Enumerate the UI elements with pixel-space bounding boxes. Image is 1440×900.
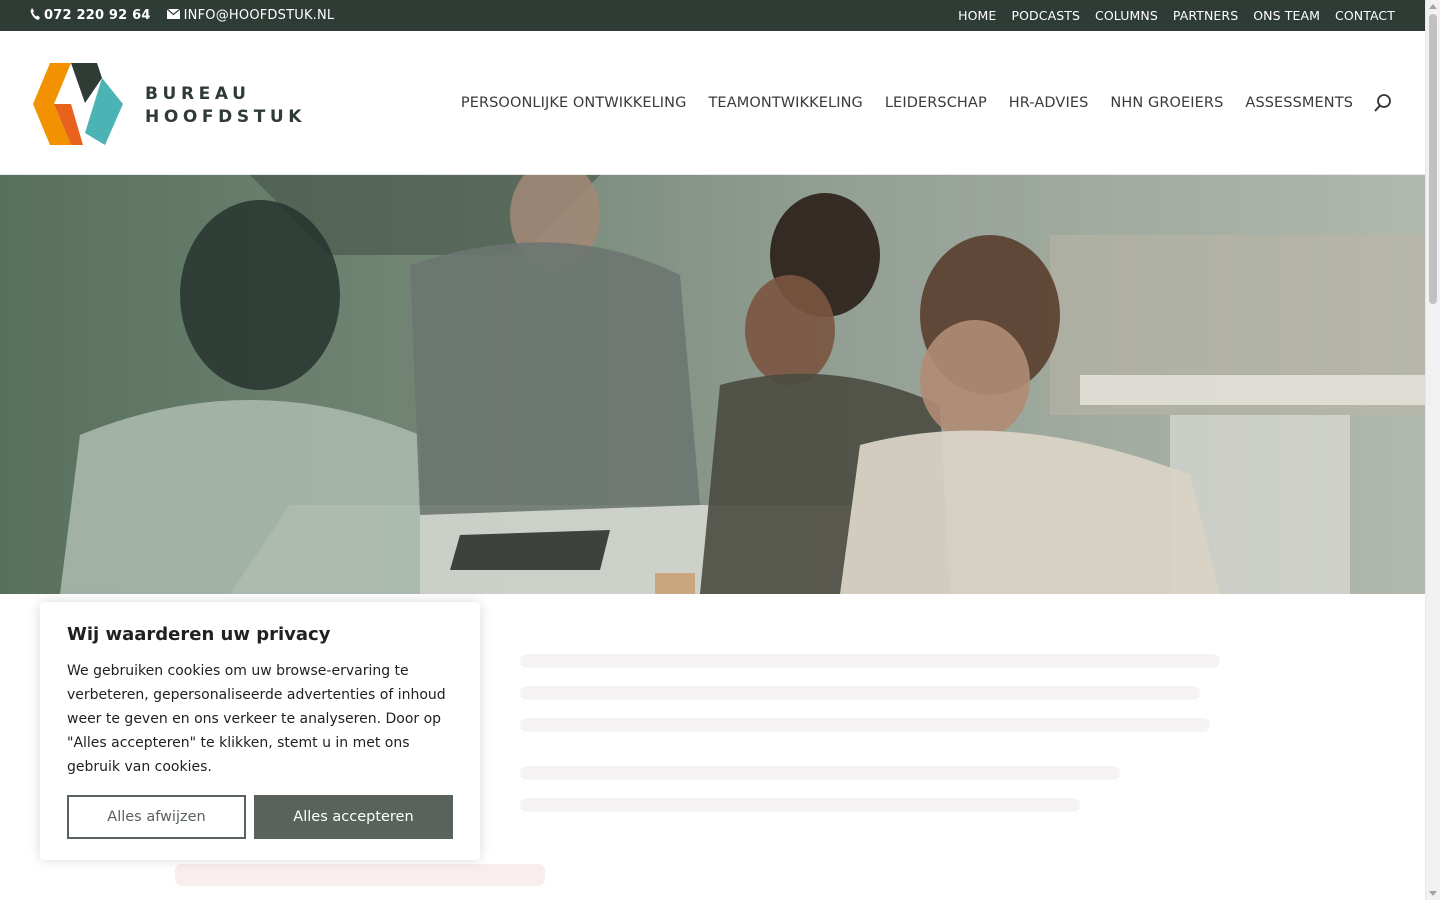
scrollbar-thumb[interactable] (1429, 14, 1437, 304)
reject-all-button[interactable]: Alles afwijzen (67, 795, 246, 839)
top-nav-partners[interactable]: PARTNERS (1173, 8, 1238, 23)
contact-info: 072 220 92 64 INFO@HOOFDSTUK.NL (30, 0, 334, 31)
cookie-buttons: Alles afwijzen Alles accepteren (67, 795, 453, 839)
nav-nhn-groeiers[interactable]: NHN GROEIERS (1110, 95, 1223, 111)
logo[interactable]: BUREAU HOOFDSTUK (33, 63, 306, 149)
top-nav-ons-team[interactable]: ONS TEAM (1253, 8, 1320, 23)
hero-illustration (0, 175, 1425, 594)
faded-text-line (520, 654, 1220, 668)
cookie-banner: Wij waarderen uw privacy We gebruiken co… (40, 602, 480, 860)
top-nav-podcasts[interactable]: PODCASTS (1011, 8, 1080, 23)
nav-persoonlijke-ontwikkeling[interactable]: PERSOONLIJKE ONTWIKKELING (461, 95, 687, 111)
logo-line-2: HOOFDSTUK (145, 107, 307, 127)
faded-text-line (520, 798, 1080, 812)
accept-all-button[interactable]: Alles accepteren (254, 795, 453, 839)
phone-link[interactable]: 072 220 92 64 (30, 7, 151, 24)
scrollbar[interactable] (1425, 0, 1440, 900)
nav-leiderschap[interactable]: LEIDERSCHAP (885, 95, 987, 111)
email-address: INFO@HOOFDSTUK.NL (183, 8, 335, 23)
phone-number: 072 220 92 64 (44, 8, 151, 23)
nav-hr-advies[interactable]: HR-ADVIES (1009, 95, 1089, 111)
email-link[interactable]: INFO@HOOFDSTUK.NL (166, 8, 335, 23)
scroll-up-icon[interactable] (1429, 4, 1437, 9)
logo-mark-icon (33, 63, 123, 149)
nav-teamontwikkeling[interactable]: TEAMONTWIKKELING (708, 95, 862, 111)
logo-text: BUREAU HOOFDSTUK (145, 83, 306, 129)
logo-line-1: BUREAU (145, 84, 251, 104)
cookie-text: We gebruiken cookies om uw browse-ervari… (67, 663, 446, 775)
top-nav-contact[interactable]: CONTACT (1335, 8, 1395, 23)
main-nav: PERSOONLIJKE ONTWIKKELING TEAMONTWIKKELI… (461, 31, 1353, 175)
secondary-nav: HOME PODCASTS COLUMNS PARTNERS ONS TEAM … (958, 0, 1395, 31)
cookie-title: Wij waarderen uw privacy (67, 624, 331, 645)
hero-image (0, 175, 1425, 594)
search-icon[interactable] (1373, 93, 1393, 113)
top-bar: 072 220 92 64 INFO@HOOFDSTUK.NL HOME POD… (0, 0, 1425, 31)
top-nav-columns[interactable]: COLUMNS (1095, 8, 1158, 23)
faded-text-line (520, 766, 1120, 780)
phone-icon (30, 7, 40, 24)
faded-heading (175, 864, 545, 886)
site-header: BUREAU HOOFDSTUK PERSOONLIJKE ONTWIKKELI… (0, 31, 1425, 175)
top-nav-home[interactable]: HOME (958, 8, 996, 23)
faded-text-line (520, 718, 1210, 732)
envelope-icon (166, 8, 181, 23)
nav-assessments[interactable]: ASSESSMENTS (1245, 95, 1353, 111)
faded-text-line (520, 686, 1200, 700)
scroll-down-icon[interactable] (1429, 891, 1437, 896)
